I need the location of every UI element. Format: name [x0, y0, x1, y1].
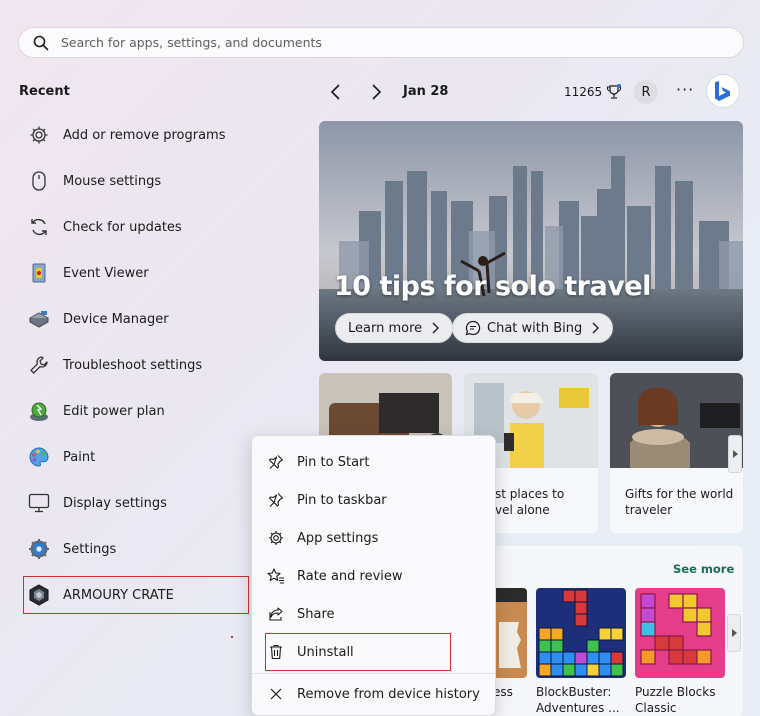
see-more-link[interactable]: See more [673, 562, 734, 576]
game-tile-blockbuster[interactable] [536, 588, 626, 678]
widgets-topbar: Jan 28 11265 R ··· [320, 74, 744, 108]
recent-item-label: Settings [63, 541, 117, 557]
menu-item-app-settings[interactable]: App settings [266, 520, 484, 556]
menu-item-pin-to-start[interactable]: Pin to Start [266, 444, 484, 480]
caret-right-icon [732, 629, 737, 637]
refresh-icon [28, 216, 50, 238]
more-options-button[interactable]: ··· [676, 80, 694, 99]
menu-item-label: Pin to Start [297, 454, 370, 470]
menu-item-pin-to-taskbar[interactable]: Pin to taskbar [266, 482, 484, 518]
menu-item-label: Remove from device history [297, 686, 480, 702]
card-image-woman-pillow [610, 373, 743, 468]
recent-item-display-settings[interactable]: Display settings [24, 480, 250, 526]
chat-bubble-icon [465, 320, 481, 336]
avatar[interactable]: R [634, 80, 658, 104]
gear-icon [28, 124, 50, 146]
menu-item-label: Pin to taskbar [297, 492, 387, 508]
recent-item-check-updates[interactable]: Check for updates [24, 204, 250, 250]
menu-item-label: Uninstall [297, 644, 354, 660]
caret-right-icon [733, 450, 738, 458]
recent-heading: Recent [19, 84, 70, 99]
pin-icon [266, 492, 286, 508]
recent-item-label: Event Viewer [63, 265, 149, 281]
star-icon [266, 568, 286, 584]
recent-item-label: Check for updates [63, 219, 182, 235]
mouse-icon [28, 170, 50, 192]
recent-item-device-manager[interactable]: Device Manager [24, 296, 250, 342]
date-label: Jan 28 [403, 84, 449, 99]
bing-logo-icon [715, 81, 730, 101]
game-image-blocks [536, 588, 626, 678]
search-input[interactable] [61, 35, 701, 50]
games-scroll-right-button[interactable] [727, 614, 741, 652]
news-card-3[interactable]: Gifts for the world traveler [610, 373, 743, 533]
recent-item-label: Troubleshoot settings [63, 357, 203, 373]
menu-separator [252, 673, 495, 674]
chat-with-bing-button[interactable]: Chat with Bing [452, 313, 614, 343]
menu-item-label: App settings [297, 530, 379, 546]
recent-item-settings[interactable]: Settings [24, 526, 250, 572]
trash-icon [266, 644, 286, 660]
chevron-left-icon [330, 84, 340, 100]
bing-button[interactable] [706, 74, 740, 108]
recent-item-troubleshoot[interactable]: Troubleshoot settings [24, 342, 250, 388]
recent-item-power-plan[interactable]: Edit power plan [24, 388, 250, 434]
game-tile-puzzle-blocks[interactable] [635, 588, 725, 678]
game-name: Puzzle Blocks Classic [635, 685, 716, 715]
gear-icon [266, 530, 286, 546]
recent-item-label: Device Manager [63, 311, 169, 327]
settings-gear-icon [28, 538, 50, 560]
recent-item-label: Mouse settings [63, 173, 162, 189]
game-name: BlockBuster: Adventures ... [536, 685, 620, 715]
red-dot-marker [231, 636, 233, 638]
chevron-right-icon [432, 322, 440, 334]
recent-item-label: ARMOURY CRATE [63, 587, 174, 603]
card-caption: Gifts for the world traveler [625, 487, 734, 517]
recent-item-paint[interactable]: Paint [24, 434, 250, 480]
menu-item-label: Share [297, 606, 335, 622]
recent-list: Add or remove programs Mouse settings Ch… [23, 112, 250, 614]
menu-item-remove-from-history[interactable]: Remove from device history [266, 676, 484, 712]
monitor-icon [28, 492, 50, 514]
chevron-right-icon [592, 322, 600, 334]
menu-item-rate-and-review[interactable]: Rate and review [266, 558, 484, 594]
recent-item-event-viewer[interactable]: Event Viewer [24, 250, 250, 296]
card-caption: st places to vel alone [495, 487, 565, 517]
chevron-right-icon [372, 84, 382, 100]
learn-more-label: Learn more [348, 320, 423, 336]
recent-item-label: Edit power plan [63, 403, 165, 419]
wrench-icon [28, 354, 50, 376]
menu-item-uninstall[interactable]: Uninstall [265, 633, 451, 671]
share-icon [266, 606, 286, 622]
event-viewer-icon [28, 262, 50, 284]
recent-item-add-remove-programs[interactable]: Add or remove programs [24, 112, 250, 158]
trophy-icon [607, 84, 622, 99]
rewards-points[interactable]: 11265 [564, 84, 622, 100]
pin-icon [266, 454, 286, 470]
forward-button[interactable] [366, 82, 386, 102]
points-value: 11265 [564, 85, 603, 99]
close-icon [266, 688, 286, 700]
recent-item-mouse-settings[interactable]: Mouse settings [24, 158, 250, 204]
search-bar[interactable] [18, 27, 744, 58]
menu-item-label: Rate and review [297, 568, 403, 584]
cards-scroll-right-button[interactable] [728, 435, 742, 473]
recent-item-label: Paint [63, 449, 96, 465]
device-manager-icon [28, 308, 50, 330]
recent-item-label: Add or remove programs [63, 127, 226, 143]
recent-item-label: Display settings [63, 495, 167, 511]
chat-with-bing-label: Chat with Bing [487, 320, 583, 336]
context-menu: Pin to Start Pin to taskbar App settings… [251, 435, 496, 716]
learn-more-button[interactable]: Learn more [335, 313, 454, 343]
hero-card[interactable]: 10 tips for solo travel Learn more Chat … [319, 121, 743, 361]
back-button[interactable] [326, 82, 346, 102]
paint-palette-icon [28, 446, 50, 468]
recent-item-armoury-crate[interactable]: ARMOURY CRATE [23, 576, 249, 614]
power-plan-icon [28, 400, 50, 422]
game-image-puzzle [635, 588, 725, 678]
menu-item-share[interactable]: Share [266, 596, 484, 632]
search-icon [33, 35, 49, 50]
armoury-crate-icon [28, 584, 50, 606]
hero-title: 10 tips for solo travel [334, 271, 651, 302]
